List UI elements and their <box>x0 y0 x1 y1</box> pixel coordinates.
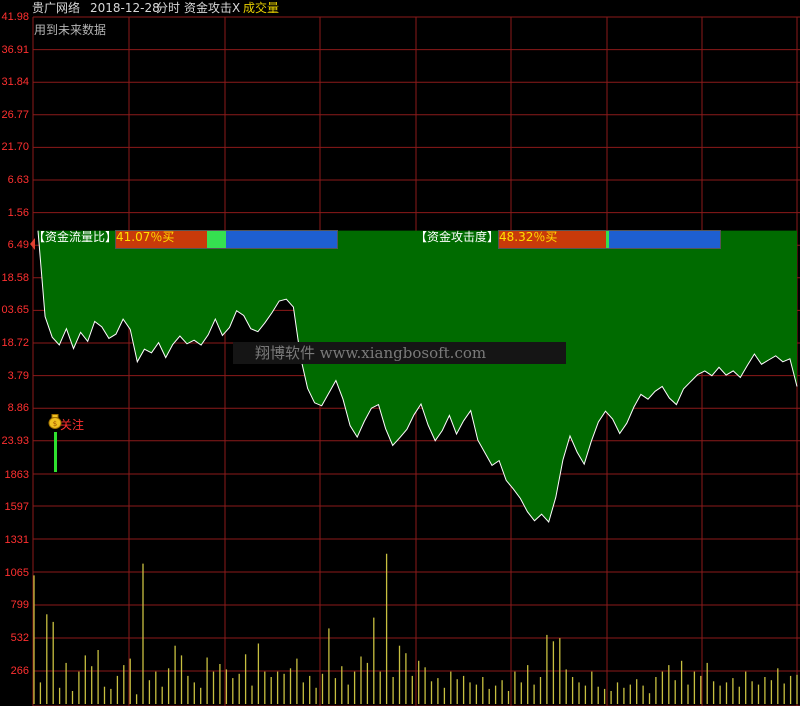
price-tick-label: 36.91 <box>1 43 29 56</box>
price-tick-label: 6.63 <box>7 174 29 186</box>
price-tick-label: 8.86 <box>7 402 29 415</box>
attack-degree-label: 【资金攻击度】 <box>415 230 500 244</box>
watch-note-bar <box>54 432 57 472</box>
gauge-segment <box>206 231 227 248</box>
price-tick-label: 6.49 <box>7 239 29 252</box>
price-tick-label: 31.84 <box>1 76 29 89</box>
chart-date: 2018-12-28 <box>90 1 160 15</box>
volume-label[interactable]: 成交量 <box>243 0 279 17</box>
price-tick-label: 23.93 <box>1 434 29 447</box>
price-tick-label: 03.65 <box>1 304 29 317</box>
volume-tick-label: 1863 <box>4 469 29 481</box>
price-tick-label: 1.56 <box>7 206 29 219</box>
price-tick-label: 18.58 <box>1 271 29 284</box>
svg-text:$: $ <box>53 420 57 428</box>
flow-ratio-label: 【资金流量比】 <box>33 230 118 244</box>
future-data-hint: 用到未来数据 <box>34 23 107 37</box>
price-tick-label: 21.70 <box>1 141 29 154</box>
volume-tick-label: 1065 <box>4 567 29 579</box>
indicator-name[interactable]: 资金攻击X <box>184 0 240 17</box>
title-bar: 贵广网络 2018-12-28 分时 资金攻击X 成交量 <box>0 0 800 18</box>
volume-tick-label: 1597 <box>4 501 29 513</box>
volume-tick-label: 266 <box>10 665 29 677</box>
price-tick-label: 26.77 <box>1 108 29 121</box>
volume-tick-label: 532 <box>10 632 29 644</box>
flow-ratio-value: 41.07％买 <box>116 230 175 244</box>
volume-tick-label: 1331 <box>4 534 29 546</box>
watermark: 翔博软件 www.xiangbosoft.com <box>233 342 566 364</box>
stock-name[interactable]: 贵广网络 <box>32 0 80 17</box>
gauge-segment <box>226 231 337 248</box>
price-tick-label: 41.98 <box>1 11 29 23</box>
volume-tick-label: 799 <box>10 599 29 611</box>
capital-attack-area <box>38 230 797 523</box>
watch-note-label[interactable]: 关注 <box>60 416 84 433</box>
chart-window[interactable]: 贵广网络 2018-12-28 分时 资金攻击X 成交量 用到未来数据 41.9… <box>0 0 800 706</box>
chart-period[interactable]: 分时 <box>156 0 180 17</box>
gauge-segment <box>609 231 720 248</box>
attack-degree-value: 48.32％买 <box>499 230 558 244</box>
price-tick-label: 3.79 <box>7 369 29 382</box>
price-tick-label: 18.72 <box>1 337 29 349</box>
